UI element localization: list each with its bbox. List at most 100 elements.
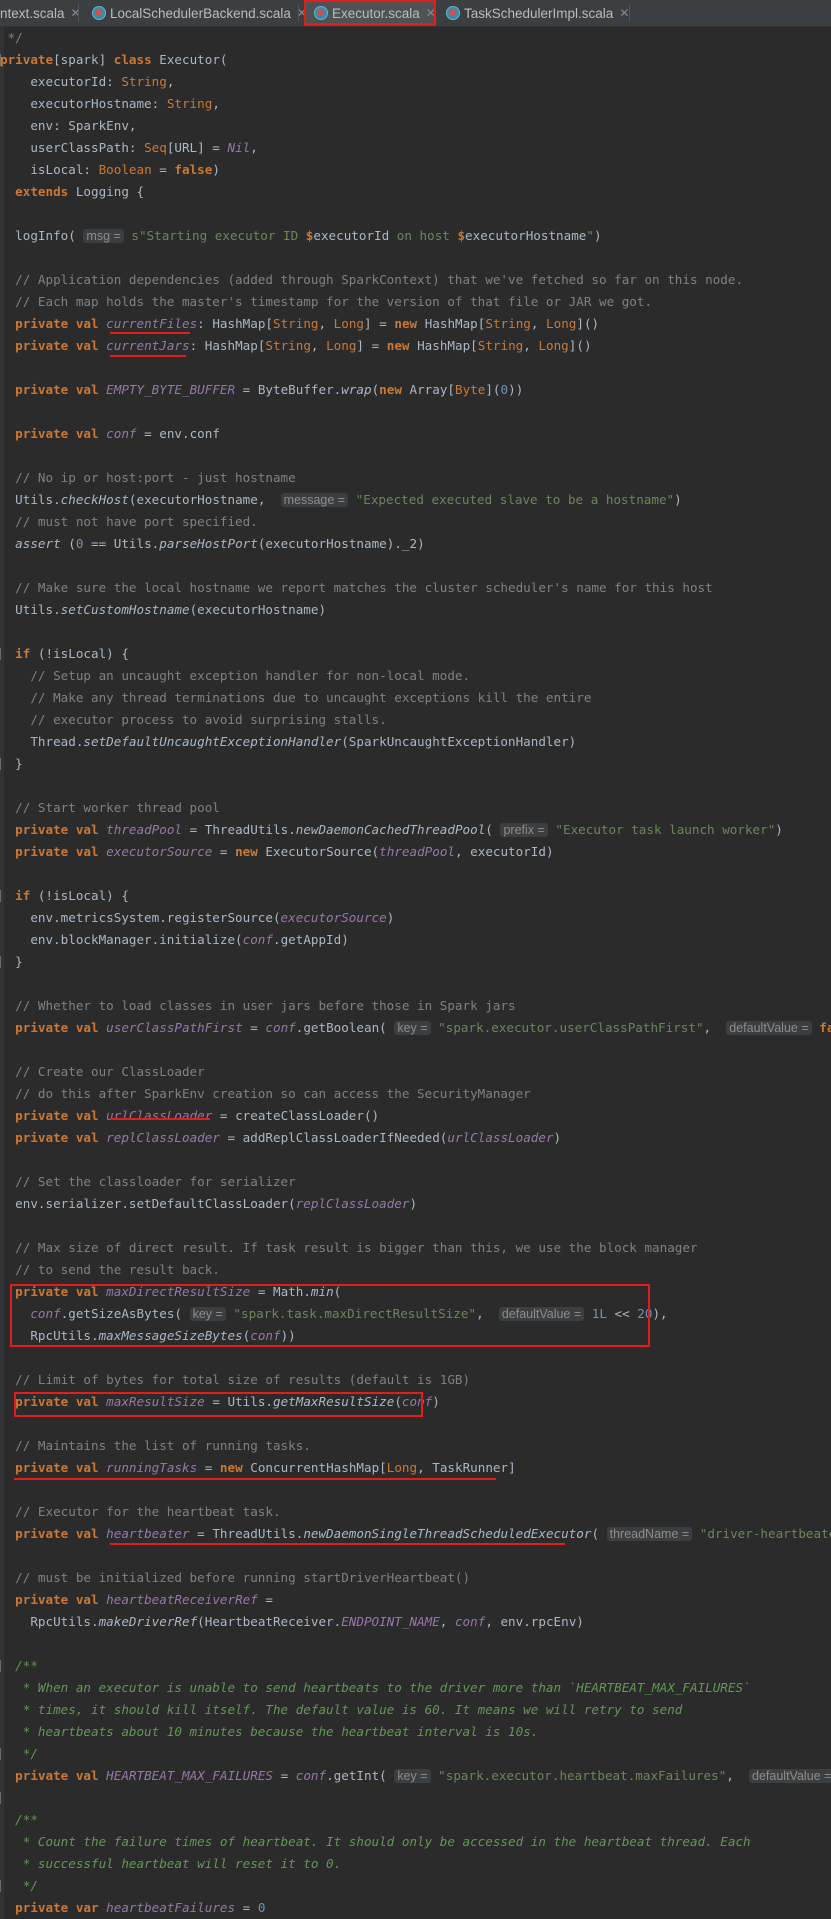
- code-line[interactable]: // No ip or host:port - just hostname: [0, 467, 296, 489]
- code-line[interactable]: private val executorSource = new Executo…: [0, 841, 553, 863]
- code-line[interactable]: private val currentFiles: HashMap[String…: [0, 313, 599, 335]
- code-line[interactable]: // Create our ClassLoader: [0, 1061, 205, 1083]
- code-line[interactable]: // must not have port specified.: [0, 511, 258, 533]
- code-token: String: [265, 338, 311, 353]
- tab-taskschedulerimpl-scala[interactable]: TaskSchedulerImpl.scala ✕: [442, 0, 630, 26]
- code-line[interactable]: * heartbeats about 10 minutes because th…: [0, 1721, 539, 1743]
- code-line[interactable]: RpcUtils.maxMessageSizeBytes(conf)): [0, 1325, 295, 1347]
- code-line[interactable]: // Executor for the heartbeat task.: [0, 1501, 280, 1523]
- code-token: * heartbeats about 10 minutes because th…: [0, 1724, 539, 1739]
- code-line[interactable]: assert (0 == Utils.parseHostPort(executo…: [0, 533, 424, 555]
- code-token: s"Starting executor ID: [131, 228, 306, 243]
- code-token: "driver-heartbeater": [699, 1526, 831, 1541]
- code-line[interactable]: extends Logging {: [0, 181, 144, 203]
- code-line[interactable]: */: [0, 1875, 38, 1897]
- code-line[interactable]: conf.getSizeAsBytes( key = "spark.task.m…: [0, 1303, 668, 1325]
- code-line[interactable]: private[spark] class Executor(: [0, 49, 228, 71]
- code-line[interactable]: executorId: String,: [0, 71, 174, 93]
- code-line[interactable]: private val currentJars: HashMap[String,…: [0, 335, 591, 357]
- code-line[interactable]: // do this after SparkEnv creation so ca…: [0, 1083, 531, 1105]
- code-line[interactable]: Thread.setDefaultUncaughtExceptionHandle…: [0, 731, 576, 753]
- code-line[interactable]: private val maxDirectResultSize = Math.m…: [0, 1281, 341, 1303]
- code-line[interactable]: private val heartbeater = ThreadUtils.ne…: [0, 1523, 831, 1545]
- parameter-hint: key =: [394, 1021, 431, 1035]
- code-line[interactable]: private val urlClassLoader = createClass…: [0, 1105, 379, 1127]
- code-line[interactable]: // must be initialized before running st…: [0, 1567, 470, 1589]
- code-line[interactable]: */: [0, 1743, 38, 1765]
- code-line[interactable]: executorHostname: String,: [0, 93, 220, 115]
- code-token: HashMap[: [417, 316, 486, 331]
- code-line[interactable]: private val conf = env.conf: [0, 423, 220, 445]
- code-line[interactable]: // Setup an uncaught exception handler f…: [0, 665, 470, 687]
- code-line[interactable]: // Max size of direct result. If task re…: [0, 1237, 697, 1259]
- code-line[interactable]: env.serializer.setDefaultClassLoader(rep…: [0, 1193, 417, 1215]
- code-line[interactable]: */: [0, 27, 23, 49]
- code-line[interactable]: private val runningTasks = new Concurren…: [0, 1457, 515, 1479]
- code-line[interactable]: }: [0, 951, 23, 973]
- code-line[interactable]: private val replClassLoader = addReplCla…: [0, 1127, 561, 1149]
- parameter-hint: message =: [280, 493, 349, 507]
- code-line[interactable]: // Maintains the list of running tasks.: [0, 1435, 311, 1457]
- code-line[interactable]: private val heartbeatReceiverRef =: [0, 1589, 273, 1611]
- code-token: currentJars: [106, 338, 190, 353]
- code-line[interactable]: // executor process to avoid surprising …: [0, 709, 386, 731]
- code-editor[interactable]: */ private[spark] class Executor( executo…: [0, 27, 831, 1919]
- code-line[interactable]: private val HEARTBEAT_MAX_FAILURES = con…: [0, 1765, 831, 1787]
- code-line[interactable]: private val userClassPathFirst = conf.ge…: [0, 1017, 831, 1039]
- code-token: =: [235, 1900, 258, 1915]
- code-line[interactable]: * times, it should kill itself. The defa…: [0, 1699, 683, 1721]
- close-icon[interactable]: ✕: [619, 6, 629, 20]
- code-token: new: [219, 1460, 243, 1475]
- code-line[interactable]: // Whether to load classes in user jars …: [0, 995, 515, 1017]
- code-line[interactable]: // Limit of bytes for total size of resu…: [0, 1369, 470, 1391]
- code-line[interactable]: env.metricsSystem.registerSource(executo…: [0, 907, 394, 929]
- code-line[interactable]: private var heartbeatFailures = 0: [0, 1897, 265, 1919]
- fold-marker[interactable]: [0, 1792, 4, 1804]
- code-token: =: [242, 1020, 266, 1035]
- code-line[interactable]: userClassPath: Seq[URL] = Nil,: [0, 137, 258, 159]
- code-token: userClassPathFirst: [106, 1020, 243, 1035]
- code-line[interactable]: // Make sure the local hostname we repor…: [0, 577, 713, 599]
- code-token: private val: [15, 1768, 99, 1783]
- code-token: = addReplClassLoaderIfNeeded(: [219, 1130, 448, 1145]
- code-line[interactable]: Utils.checkHost(executorHostname, messag…: [0, 489, 682, 511]
- code-token: ] =: [364, 316, 395, 331]
- code-line[interactable]: * successful heartbeat will reset it to …: [0, 1853, 341, 1875]
- code-line[interactable]: private val EMPTY_BYTE_BUFFER = ByteBuff…: [0, 379, 523, 401]
- code-line[interactable]: env.blockManager.initialize(conf.getAppI…: [0, 929, 348, 951]
- code-line[interactable]: isLocal: Boolean = false): [0, 159, 220, 181]
- code-token: // Limit of bytes for total size of resu…: [0, 1372, 471, 1387]
- code-token: = createClassLoader(): [212, 1108, 380, 1123]
- code-line[interactable]: RpcUtils.makeDriverRef(HeartbeatReceiver…: [0, 1611, 584, 1633]
- code-line[interactable]: private val threadPool = ThreadUtils.new…: [0, 819, 783, 841]
- code-line[interactable]: /**: [0, 1809, 38, 1831]
- code-line[interactable]: /**: [0, 1655, 38, 1677]
- code-token: checkHost: [60, 492, 129, 507]
- code-token: private val: [15, 1130, 99, 1145]
- tab-executor-scala[interactable]: Executor.scala ✕: [304, 0, 436, 26]
- code-line[interactable]: private val maxResultSize = Utils.getMax…: [0, 1391, 440, 1413]
- code-line[interactable]: // to send the result back.: [0, 1259, 220, 1281]
- code-line[interactable]: // Each map holds the master's timestamp…: [0, 291, 652, 313]
- code-line[interactable]: * When an executor is unable to send hea…: [0, 1677, 751, 1699]
- code-line[interactable]: // Start worker thread pool: [0, 797, 220, 819]
- code-line[interactable]: env: SparkEnv,: [0, 115, 136, 137]
- code-line[interactable]: }: [0, 753, 23, 775]
- code-token: class: [113, 52, 152, 67]
- code-line[interactable]: // Set the classloader for serializer: [0, 1171, 296, 1193]
- code-token: false: [819, 1020, 831, 1035]
- code-line[interactable]: Utils.setCustomHostname(executorHostname…: [0, 599, 326, 621]
- tab-localschedulerbackend-scala[interactable]: LocalSchedulerBackend.scala ✕: [80, 0, 307, 26]
- code-token: (: [333, 1284, 342, 1299]
- tab-context-scala[interactable]: ntext.scala ✕: [0, 0, 81, 26]
- code-line[interactable]: // Application dependencies (added throu…: [0, 269, 743, 291]
- code-line[interactable]: if (!isLocal) {: [0, 885, 129, 907]
- close-icon[interactable]: ✕: [426, 6, 436, 20]
- code-line[interactable]: // Make any thread terminations due to u…: [0, 687, 591, 709]
- code-line[interactable]: if (!isLocal) {: [0, 643, 129, 665]
- code-line[interactable]: * Count the failure times of heartbeat. …: [0, 1831, 751, 1853]
- code-line[interactable]: logInfo( msg = s"Starting executor ID $e…: [0, 225, 602, 247]
